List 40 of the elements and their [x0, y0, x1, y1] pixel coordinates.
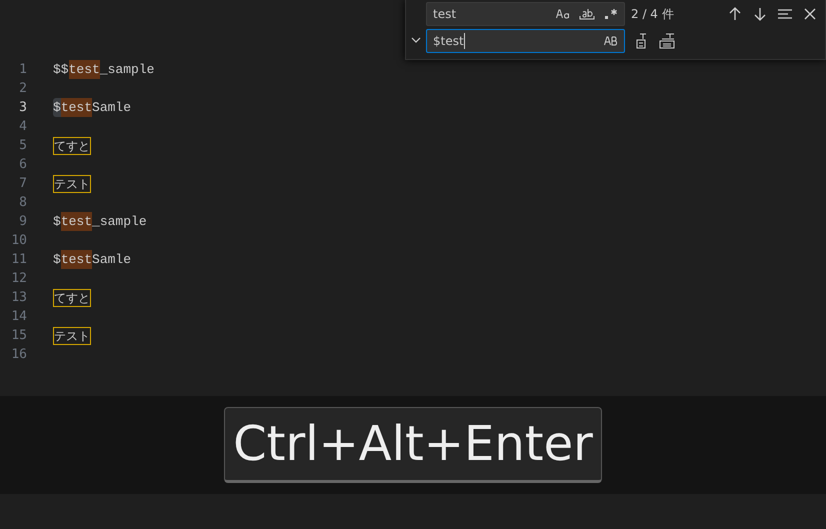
search-match: test	[60, 212, 92, 231]
code-text: Samle	[92, 251, 132, 269]
line-number: 3	[18, 99, 27, 117]
replace-all-icon[interactable]	[657, 31, 677, 51]
preserve-case-icon[interactable]	[602, 34, 620, 48]
line-number: 9	[18, 213, 27, 231]
keystroke-label: Ctrl+Alt+Enter	[224, 407, 602, 483]
line-number: 1	[18, 61, 27, 79]
highlighted-text: テスト	[53, 327, 91, 345]
search-match: test	[60, 98, 92, 117]
code-text: $	[53, 251, 61, 269]
highlighted-text: てすと	[53, 137, 91, 155]
match-count: 2 / 4 件	[631, 6, 675, 22]
line-number: 2	[18, 80, 27, 98]
line-number: 16	[10, 346, 27, 364]
match-case-icon[interactable]	[554, 7, 572, 21]
search-match: test	[68, 60, 100, 79]
line-number: 7	[18, 175, 27, 193]
line-number: 15	[10, 327, 27, 345]
selected-text: $	[53, 98, 61, 117]
line-number: 6	[18, 156, 27, 174]
line-number: 4	[18, 118, 27, 136]
line-number: 5	[18, 137, 27, 155]
highlighted-text: てすと	[53, 289, 91, 307]
code-text: $$	[53, 61, 69, 79]
line-number: 12	[10, 270, 27, 288]
code-text: Samle	[92, 99, 132, 117]
find-field[interactable]: test	[426, 2, 625, 26]
whole-word-icon[interactable]	[577, 6, 597, 22]
search-match: test	[60, 250, 92, 269]
line-number: 13	[10, 289, 27, 307]
line-number: 10	[10, 232, 27, 250]
line-number: 8	[18, 194, 27, 212]
highlighted-text: テスト	[53, 175, 91, 193]
line-number: 14	[10, 308, 27, 326]
line-number: 11	[10, 251, 27, 269]
code-text: _sample	[92, 213, 147, 231]
code-text: $	[53, 213, 61, 231]
code-text: _sample	[100, 61, 154, 79]
replace-field[interactable]: $test	[426, 29, 625, 53]
